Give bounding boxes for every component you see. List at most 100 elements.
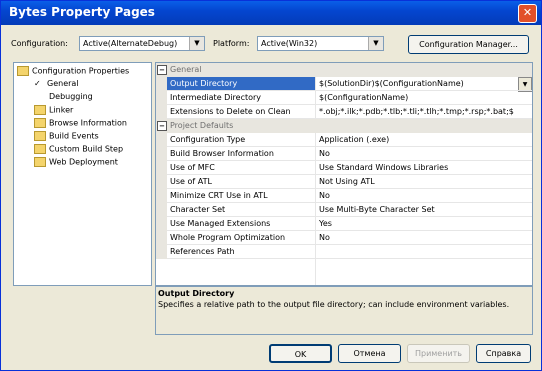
folder-icon (34, 144, 46, 154)
property-value[interactable]: *.obj;*.ilk;*.pdb;*.tlb;*.tli;*.tlh;*.tm… (319, 107, 531, 116)
property-row[interactable]: Extensions to Delete on Clean *.obj;*.il… (156, 105, 532, 119)
property-value[interactable]: Use Multi-Byte Character Set (319, 205, 435, 214)
property-row[interactable]: Build Browser Information No (156, 147, 532, 161)
row-gutter (156, 77, 167, 91)
row-gutter (156, 175, 167, 189)
row-gutter (156, 91, 167, 105)
property-row[interactable]: Configuration Type Application (.exe) (156, 133, 532, 147)
row-gutter (156, 105, 167, 119)
tree-node-configuration-properties[interactable]: Configuration Properties (17, 66, 129, 76)
property-name: Use of ATL (170, 177, 212, 186)
property-row[interactable]: Whole Program Optimization No (156, 231, 532, 245)
folder-icon (34, 105, 46, 115)
property-value[interactable]: $(ConfigurationName) (319, 93, 529, 102)
folder-icon (34, 131, 46, 141)
description-title: Output Directory (158, 289, 235, 298)
row-gutter (156, 147, 167, 161)
category-label: Project Defaults (170, 121, 234, 130)
property-name: Build Browser Information (170, 149, 274, 158)
configuration-manager-button[interactable]: Configuration Manager... (408, 35, 529, 54)
tree-node-linker[interactable]: Linker (34, 105, 73, 115)
category-row-general[interactable]: − General (156, 63, 532, 77)
tree-node-label: Debugging (49, 92, 93, 101)
pin-icon: ✓ (34, 79, 41, 88)
row-gutter (156, 217, 167, 231)
tree-node-custom-build-step[interactable]: Custom Build Step (34, 144, 123, 154)
tree-node-web-deployment[interactable]: Web Deployment (34, 157, 118, 167)
property-value[interactable]: No (319, 233, 330, 242)
property-name: Character Set (170, 205, 226, 214)
property-name: Whole Program Optimization (170, 233, 286, 242)
row-gutter (156, 245, 167, 259)
property-name: Use Managed Extensions (170, 219, 271, 228)
title-bar[interactable]: Bytes Property Pages ✕ (1, 1, 541, 25)
tree-node-label: Web Deployment (49, 157, 118, 167)
configuration-value: Active(AlternateDebug) (83, 39, 178, 48)
tree-node-label: Custom Build Step (49, 144, 124, 154)
property-row[interactable]: Use of MFC Use Standard Windows Librarie… (156, 161, 532, 175)
apply-button[interactable]: Применить (407, 344, 470, 363)
tree-node-browse-information[interactable]: Browse Information (34, 118, 127, 128)
property-row[interactable]: Character Set Use Multi-Byte Character S… (156, 203, 532, 217)
property-value[interactable]: $(SolutionDir)$(ConfigurationName) (319, 79, 515, 88)
platform-label: Platform: (213, 39, 250, 48)
row-gutter (156, 189, 167, 203)
row-gutter (156, 203, 167, 217)
property-name: Minimize CRT Use in ATL (170, 191, 268, 200)
platform-dropdown[interactable]: Active(Win32) ▼ (257, 36, 384, 51)
property-name: Use of MFC (170, 163, 215, 172)
platform-value: Active(Win32) (261, 39, 318, 48)
property-value[interactable]: Not Using ATL (319, 177, 375, 186)
collapse-icon[interactable]: − (157, 65, 167, 75)
tree-node-label: Configuration Properties (32, 66, 130, 76)
configuration-manager-label: Configuration Manager... (419, 40, 518, 49)
property-row[interactable]: Minimize CRT Use in ATL No (156, 189, 532, 203)
property-row[interactable]: Intermediate Directory $(ConfigurationNa… (156, 91, 532, 105)
category-tree[interactable]: Configuration Properties ✓ General Debugg… (13, 62, 152, 286)
chevron-down-icon[interactable]: ▼ (189, 37, 204, 50)
tree-node-label: Browse Information (49, 118, 127, 128)
property-row[interactable]: Output Directory $(SolutionDir)$(Configu… (156, 77, 532, 92)
close-button[interactable]: ✕ (518, 4, 537, 23)
property-row[interactable]: Use of ATL Not Using ATL (156, 175, 532, 189)
cancel-button[interactable]: Отмена (338, 344, 401, 363)
chevron-down-icon[interactable]: ▼ (368, 37, 383, 50)
property-value[interactable]: Yes (319, 219, 332, 228)
tree-node-build-events[interactable]: Build Events (34, 131, 99, 141)
apply-label: Применить (414, 349, 463, 358)
help-label: Справка (485, 349, 522, 358)
category-label: General (170, 65, 202, 74)
help-button[interactable]: Справка (476, 344, 531, 363)
ok-label: OK (294, 350, 307, 359)
tree-node-general[interactable]: ✓ General (34, 79, 79, 88)
cancel-label: Отмена (353, 349, 386, 358)
row-gutter (156, 231, 167, 245)
folder-open-icon (17, 66, 29, 76)
category-row-project-defaults[interactable]: − Project Defaults (156, 119, 532, 133)
row-separator (167, 258, 532, 259)
property-value[interactable]: Application (.exe) (319, 135, 389, 144)
property-grid[interactable]: − General Output Directory $(SolutionDir… (155, 62, 533, 286)
tree-node-debugging[interactable]: Debugging (49, 92, 93, 101)
configuration-dropdown[interactable]: Active(AlternateDebug) ▼ (79, 36, 205, 51)
property-name: Output Directory (170, 79, 238, 88)
tree-node-label: Build Events (49, 131, 99, 141)
row-gutter (156, 133, 167, 147)
property-value[interactable]: No (319, 149, 330, 158)
property-value[interactable]: No (319, 191, 330, 200)
folder-icon (34, 118, 46, 128)
ok-button[interactable]: OK (269, 344, 332, 363)
property-name: References Path (170, 247, 235, 256)
collapse-icon[interactable]: − (157, 121, 167, 131)
property-row[interactable]: Use Managed Extensions Yes (156, 217, 532, 231)
property-name: Intermediate Directory (170, 93, 262, 102)
property-row[interactable]: References Path (156, 245, 532, 259)
configuration-label: Configuration: (11, 39, 68, 48)
property-name: Configuration Type (170, 135, 246, 144)
window-title: Bytes Property Pages (9, 5, 155, 19)
tree-node-label: Linker (49, 105, 74, 115)
property-name: Extensions to Delete on Clean (170, 107, 291, 116)
property-value[interactable]: Use Standard Windows Libraries (319, 163, 448, 172)
description-panel: Output Directory Specifies a relative pa… (155, 286, 533, 335)
row-gutter (156, 161, 167, 175)
